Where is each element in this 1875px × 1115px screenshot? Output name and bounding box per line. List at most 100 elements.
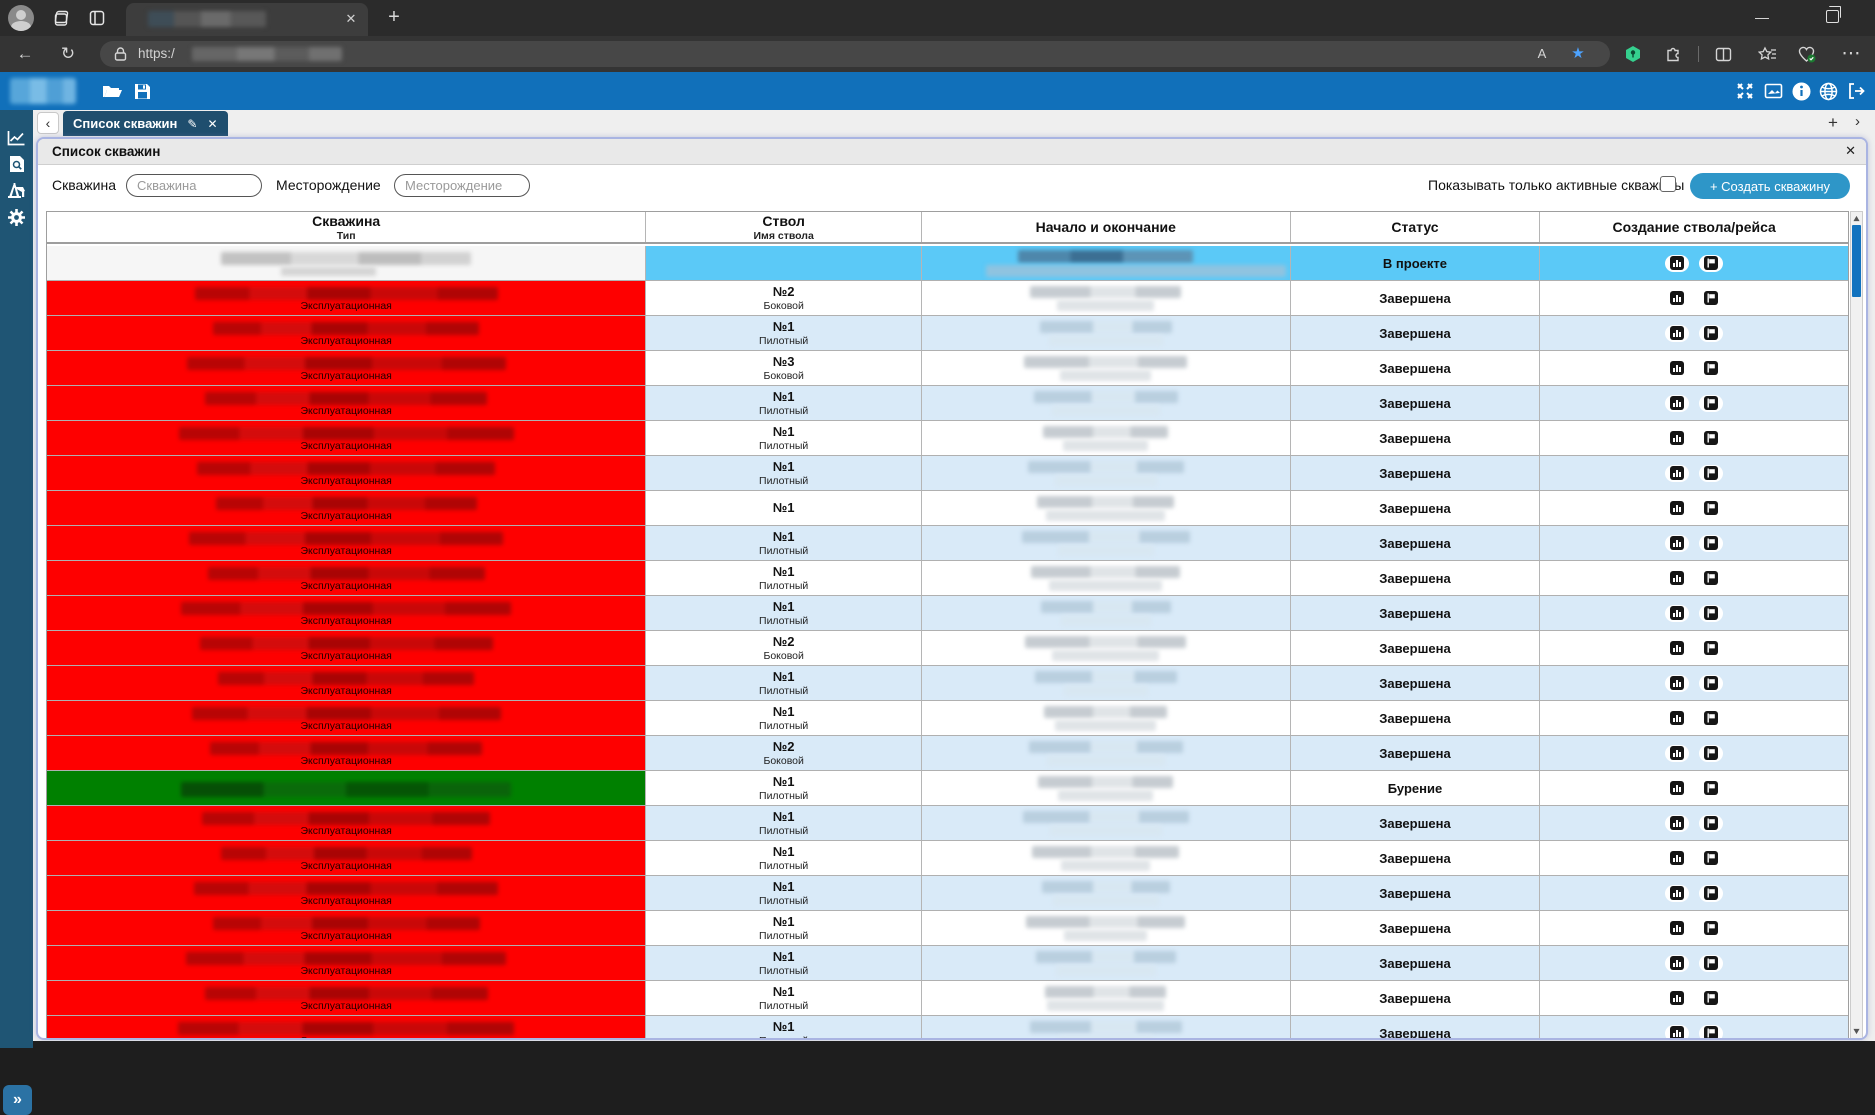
well-row[interactable]: Эксплуатационная№1ПилотныйЗавершена [47,596,1848,631]
create-run-button[interactable] [1699,535,1723,552]
workspace-tab-back-button[interactable]: ‹ [37,112,59,134]
well-row[interactable]: Эксплуатационная№1ПилотныйЗавершена [47,911,1848,946]
favorites-icon[interactable] [1756,43,1778,65]
well-row[interactable]: Эксплуатационная№1ПилотныйЗавершена [47,386,1848,421]
well-row[interactable]: Эксплуатационная№1ПилотныйЗавершена [47,316,1848,351]
create-bore-button[interactable] [1665,885,1689,902]
create-run-button[interactable] [1699,640,1723,657]
active-only-checkbox[interactable] [1660,176,1676,192]
tab-actions-icon[interactable] [86,7,108,29]
well-row[interactable]: Эксплуатационная№1ПилотныйЗавершена [47,561,1848,596]
well-row[interactable]: Эксплуатационная№1ПилотныйЗавершена [47,806,1848,841]
create-bore-button[interactable] [1665,535,1689,552]
create-run-button[interactable] [1699,395,1723,412]
create-run-button[interactable] [1699,745,1723,762]
well-row[interactable]: Эксплуатационная№1ПилотныйЗавершена [47,666,1848,701]
panel-header[interactable]: Список скважин ✕ [38,139,1866,165]
create-run-button[interactable] [1699,850,1723,867]
well-row[interactable]: Эксплуатационная№1ПилотныйЗавершена [47,841,1848,876]
workspaces-icon[interactable] [50,7,72,29]
create-run-button[interactable] [1699,325,1723,342]
field-filter-input[interactable] [394,174,530,197]
well-row[interactable]: Эксплуатационная№1ПилотныйЗавершена [47,946,1848,981]
workspace-tab-close-icon[interactable]: ✕ [207,117,217,131]
workspace-add-tab-button[interactable]: + [1828,113,1838,133]
window-minimize-button[interactable]: — [1739,0,1785,36]
sidebar-expand-button[interactable]: » [3,1085,32,1115]
screenshot-icon[interactable] [1761,80,1785,102]
split-screen-icon[interactable] [1712,43,1734,65]
well-filter-input[interactable] [126,174,262,197]
create-bore-button[interactable] [1665,360,1689,377]
create-run-button[interactable] [1699,500,1723,517]
workspace-tab-next-button[interactable]: › [1855,113,1860,130]
create-bore-button[interactable] [1665,255,1689,272]
create-bore-button[interactable] [1665,500,1689,517]
create-run-button[interactable] [1699,290,1723,307]
panel-close-icon[interactable]: ✕ [1845,143,1856,159]
well-row[interactable]: Эксплуатационная№1ПилотныйЗавершена [47,421,1848,456]
column-header[interactable]: Статус [1291,212,1541,242]
address-bar[interactable]: https:/ A ★ [100,41,1610,67]
create-run-button[interactable] [1699,815,1723,832]
create-run-button[interactable] [1699,570,1723,587]
well-row[interactable]: Эксплуатационная№2БоковойЗавершена [47,736,1848,771]
create-bore-button[interactable] [1665,290,1689,307]
create-run-button[interactable] [1699,605,1723,622]
trend-chart-icon[interactable] [6,128,27,148]
browser-tab[interactable]: ✕ [126,3,368,36]
well-row[interactable]: Эксплуатационная№1ПилотныйЗавершена [47,526,1848,561]
create-well-button[interactable]: + Создать скважину [1690,173,1850,199]
browser-essentials-icon[interactable] [1796,43,1818,65]
create-run-button[interactable] [1699,780,1723,797]
settings-gear-icon[interactable] [6,207,27,227]
create-bore-button[interactable] [1665,465,1689,482]
create-run-button[interactable] [1699,990,1723,1007]
logout-icon[interactable] [1844,80,1868,102]
well-row[interactable]: Эксплуатационная№1ПилотныйЗавершена [47,701,1848,736]
well-row[interactable]: Эксплуатационная№1ПилотныйЗавершена [47,456,1848,491]
create-bore-button[interactable] [1665,430,1689,447]
new-tab-button[interactable]: + [382,6,406,29]
create-run-button[interactable] [1699,885,1723,902]
create-bore-button[interactable] [1665,395,1689,412]
create-run-button[interactable] [1699,1025,1723,1039]
well-row[interactable]: Эксплуатационная№1ПилотныйЗавершена [47,876,1848,911]
workspace-tab-wells[interactable]: Список скважин ✎ ✕ [63,111,228,136]
create-run-button[interactable] [1699,255,1723,272]
column-header[interactable]: Начало и окончание [922,212,1291,242]
create-bore-button[interactable] [1665,675,1689,692]
create-run-button[interactable] [1699,430,1723,447]
scrollbar-thumb[interactable] [1852,225,1861,297]
create-bore-button[interactable] [1665,605,1689,622]
window-restore-button[interactable] [1826,10,1839,23]
browser-settings-icon[interactable]: ⋯ [1838,42,1864,66]
refresh-icon[interactable]: ↻ [55,42,81,66]
create-run-button[interactable] [1699,955,1723,972]
create-run-button[interactable] [1699,710,1723,727]
well-row[interactable]: В проекте [47,246,1848,281]
create-run-button[interactable] [1699,675,1723,692]
create-bore-button[interactable] [1665,570,1689,587]
create-bore-button[interactable] [1665,1025,1689,1039]
create-bore-button[interactable] [1665,990,1689,1007]
info-icon[interactable] [1789,80,1813,102]
create-bore-button[interactable] [1665,710,1689,727]
create-bore-button[interactable] [1665,955,1689,972]
fullscreen-icon[interactable] [1733,80,1757,102]
create-run-button[interactable] [1699,465,1723,482]
column-header[interactable]: СкважинаТип [47,212,646,242]
well-row[interactable]: Эксплуатационная№1ПилотныйЗавершена [47,1016,1848,1038]
document-search-icon[interactable] [6,154,27,174]
well-row[interactable]: Эксплуатационная№2БоковойЗавершена [47,281,1848,316]
profile-avatar[interactable] [8,5,34,31]
create-bore-button[interactable] [1665,850,1689,867]
vertical-scrollbar[interactable] [1850,211,1863,1039]
create-bore-button[interactable] [1665,745,1689,762]
favorite-star-icon[interactable]: ★ [1568,45,1588,63]
well-row[interactable]: Эксплуатационная№2БоковойЗавершена [47,631,1848,666]
create-bore-button[interactable] [1665,325,1689,342]
scroll-up-icon[interactable] [1853,215,1860,222]
derrick-icon[interactable] [6,180,27,200]
create-bore-button[interactable] [1665,640,1689,657]
